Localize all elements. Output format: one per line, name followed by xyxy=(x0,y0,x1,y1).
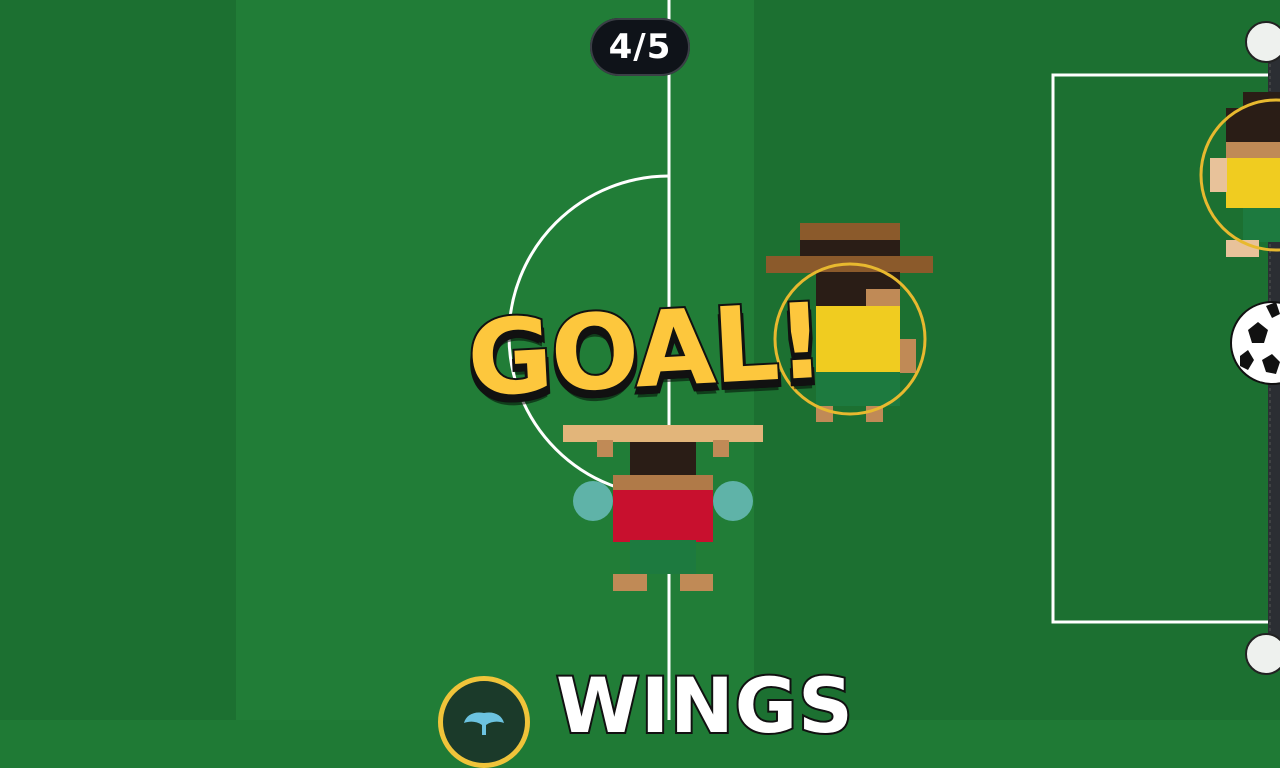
wings-icon xyxy=(464,712,504,735)
goal-text: GOAL! xyxy=(462,278,827,422)
goal-banner: GOAL! xyxy=(441,265,848,436)
team-badge xyxy=(438,676,530,768)
goal-counter-pill: 4/5 xyxy=(590,18,690,76)
goal-counter: 4/5 xyxy=(608,27,672,67)
team-name: WINGS xyxy=(554,661,855,750)
